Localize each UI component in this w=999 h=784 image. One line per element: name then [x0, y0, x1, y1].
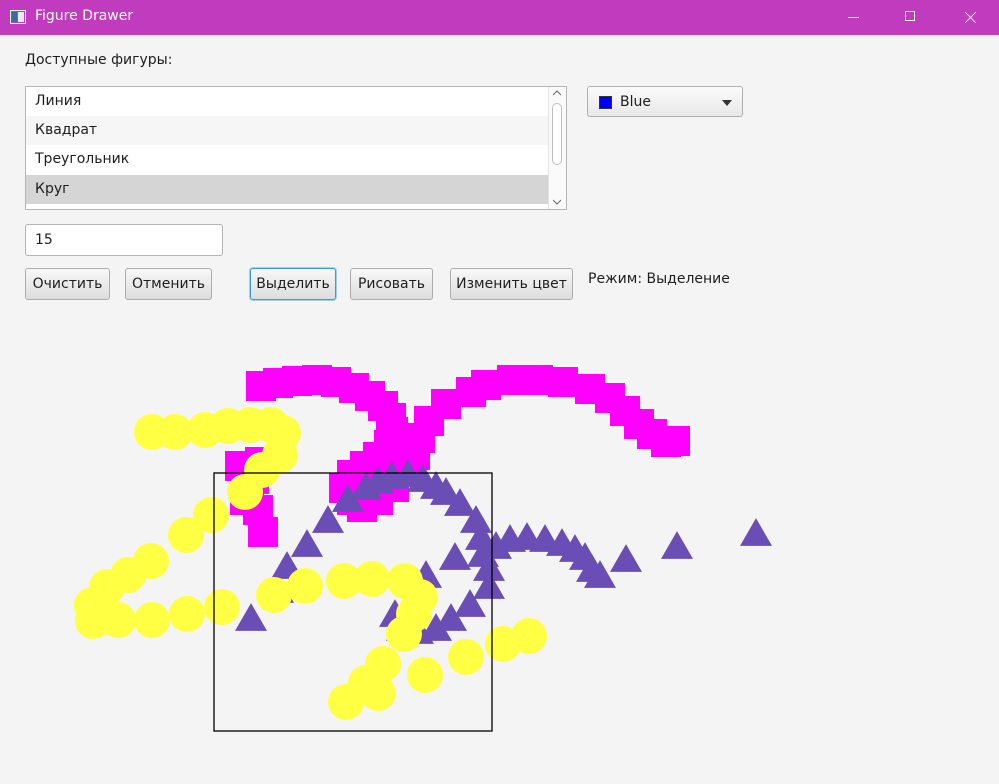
- figures-label: Доступные фигуры:: [25, 52, 173, 68]
- title-bar: Figure Drawer: [0, 0, 999, 35]
- circle-shape[interactable]: [448, 639, 484, 675]
- circle-shape[interactable]: [511, 618, 547, 654]
- triangle-shape[interactable]: [291, 529, 323, 557]
- circle-shape[interactable]: [204, 589, 240, 625]
- chevron-down-icon: [722, 100, 732, 106]
- maximize-icon: [905, 11, 915, 21]
- color-value: Blue: [620, 94, 651, 110]
- figures-list[interactable]: Линия Квадрат Треугольник Круг: [25, 86, 567, 210]
- clear-button[interactable]: Очистить: [25, 268, 110, 300]
- circle-shape[interactable]: [360, 675, 396, 711]
- square-shape[interactable]: [660, 426, 690, 456]
- minimize-icon: [848, 17, 859, 18]
- circle-shape[interactable]: [134, 602, 170, 638]
- square-shape[interactable]: [248, 517, 278, 547]
- close-button[interactable]: [946, 0, 992, 35]
- size-input[interactable]: [25, 224, 223, 256]
- scroll-up-icon[interactable]: [552, 90, 562, 96]
- square-shape[interactable]: [471, 370, 501, 400]
- circle-shape[interactable]: [168, 517, 204, 553]
- draw-button[interactable]: Рисовать: [350, 268, 433, 300]
- square-shape[interactable]: [497, 365, 527, 395]
- scroll-thumb[interactable]: [552, 103, 562, 165]
- triangle-shape[interactable]: [740, 518, 772, 546]
- circle-shape[interactable]: [328, 684, 364, 720]
- circle-shape[interactable]: [169, 596, 205, 632]
- circle-shape[interactable]: [354, 561, 390, 597]
- select-button[interactable]: Выделить: [250, 268, 336, 300]
- mode-label: Режим: Выделение: [588, 271, 730, 287]
- triangle-shape[interactable]: [439, 542, 471, 570]
- circle-shape[interactable]: [100, 602, 136, 638]
- circle-shape[interactable]: [256, 577, 292, 613]
- triangle-shape[interactable]: [661, 531, 693, 559]
- circle-shape[interactable]: [407, 657, 443, 693]
- window-title: Figure Drawer: [35, 8, 134, 24]
- change-color-button[interactable]: Изменить цвет: [450, 268, 573, 300]
- list-item-square[interactable]: Квадрат: [26, 116, 550, 145]
- square-shape[interactable]: [548, 367, 578, 397]
- color-picker[interactable]: Blue: [587, 86, 743, 117]
- maximize-button[interactable]: [887, 0, 933, 35]
- color-swatch: [599, 96, 612, 109]
- list-scrollbar[interactable]: [548, 87, 566, 209]
- circle-shape[interactable]: [227, 474, 263, 510]
- circle-shape[interactable]: [287, 568, 323, 604]
- scroll-down-icon[interactable]: [552, 199, 562, 205]
- undo-button[interactable]: Отменить: [125, 268, 212, 300]
- list-item-triangle[interactable]: Треугольник: [26, 145, 550, 174]
- drawing-canvas[interactable]: [0, 320, 999, 784]
- list-item-circle[interactable]: Круг: [26, 175, 550, 204]
- list-item-line[interactable]: Линия: [26, 87, 550, 116]
- minimize-button[interactable]: [830, 0, 876, 35]
- app-window-icon: [10, 10, 26, 24]
- triangle-shape[interactable]: [610, 544, 642, 572]
- circle-shape[interactable]: [386, 616, 422, 652]
